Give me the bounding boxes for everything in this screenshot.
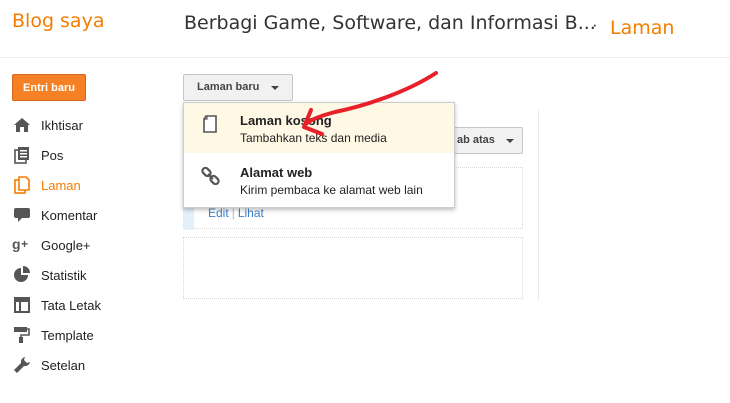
new-page-dropdown-button[interactable]: Laman baru [183,74,293,101]
pie-chart-icon [12,266,32,284]
page-actions: Edit | Lihat [208,206,264,220]
view-link[interactable]: Lihat [238,206,264,220]
tabs-position-label: ab atas [457,134,495,146]
sidebar-item-label: Komentar [41,207,98,223]
sidebar-item-label: Statistik [41,267,87,283]
edit-link[interactable]: Edit [208,206,229,220]
header-divider [0,57,730,58]
new-page-label: Laman baru [197,81,260,93]
menu-item-description: Kirim pembaca ke alamat web lain [240,183,423,197]
sidebar-item-laman[interactable]: Laman [12,174,162,196]
pages-icon [12,176,32,194]
paint-roller-icon [12,326,32,344]
menu-item-title: Alamat web [240,165,313,180]
layout-icon [12,296,32,314]
blog-title: Berbagi Game, Software, dan Informasi B.… [184,12,596,34]
sidebar-item-statistik[interactable]: Statistik [12,264,162,286]
posts-icon [12,146,32,164]
sidebar-item-komentar[interactable]: Komentar [12,204,162,226]
sidebar-item-pos[interactable]: Pos [12,144,162,166]
menu-item-web-address[interactable]: Alamat web Kirim pembaca ke alamat web l… [184,155,454,205]
drag-handle-strip[interactable] [184,206,194,230]
menu-item-title: Laman kosong [240,113,332,128]
svg-text:g: g [12,236,21,252]
sidebar-item-tata-letak[interactable]: Tata Letak [12,294,162,316]
sidebar-item-label: Pos [41,147,64,163]
menu-item-blank-page[interactable]: Laman kosong Tambahkan teks dan media [184,103,454,153]
sidebar-item-label: Tata Letak [41,297,101,313]
sidebar-item-label: Template [41,327,94,343]
sidebar-item-setelan[interactable]: Setelan [12,354,162,376]
sidebar-item-label: Laman [41,177,81,193]
sidebar-item-label: Google+ [41,237,91,253]
comment-icon [12,206,32,224]
new-page-menu: Laman kosong Tambahkan teks dan media Al… [183,102,455,208]
wrench-icon [12,356,32,374]
section-title: Laman [610,17,675,39]
title-separator: · [592,15,598,34]
sidebar-item-label: Setelan [41,357,86,373]
sidebar-item-label: Ikhtisar [41,117,83,133]
empty-page-slot [183,237,523,299]
action-separator: | [231,206,235,220]
brand-logo[interactable]: Blog saya [12,10,104,32]
home-icon [12,116,32,134]
sidebar-item-googleplus[interactable]: g + Google+ [12,234,162,256]
chevron-down-icon [506,139,514,143]
menu-item-description: Tambahkan teks dan media [240,131,387,145]
google-plus-icon: g + [12,236,32,254]
vertical-divider [538,110,539,300]
link-icon [201,166,220,186]
chevron-down-icon [271,86,279,90]
sidebar-item-template[interactable]: Template [12,324,162,346]
sidebar-item-ikhtisar[interactable]: Ikhtisar [12,114,162,136]
blank-page-icon [201,114,219,134]
svg-text:+: + [21,237,28,251]
new-post-button[interactable]: Entri baru [12,74,86,101]
